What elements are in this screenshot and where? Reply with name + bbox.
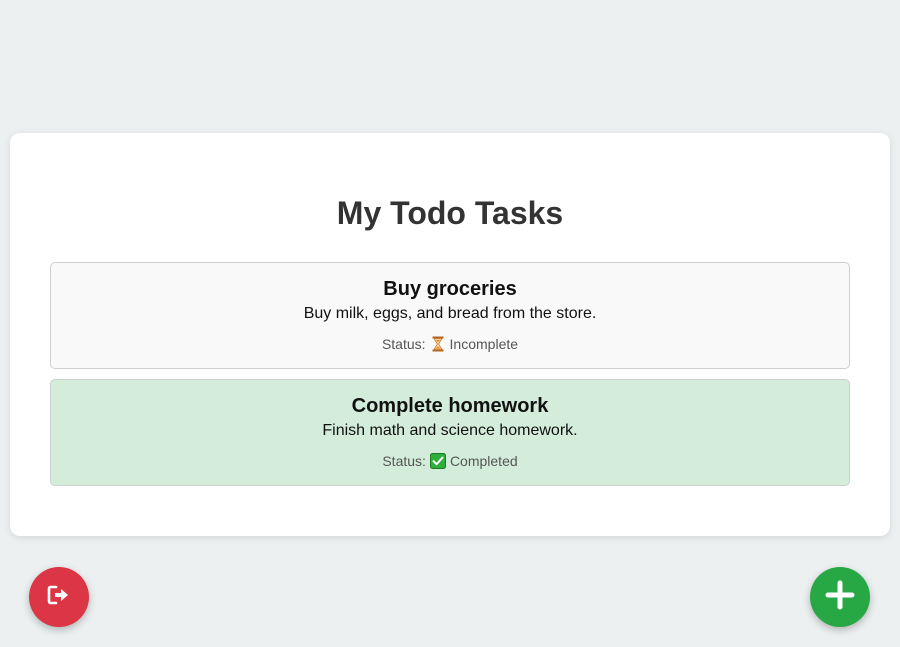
task-description: Finish math and science homework.: [322, 422, 578, 439]
status-label: Status:: [382, 453, 426, 469]
add-task-button[interactable]: [810, 567, 870, 627]
task-status: Status: Completed: [51, 452, 849, 470]
task-list: Buy groceries Buy milk, eggs, and bread …: [50, 262, 850, 496]
status-label: Status:: [381, 336, 426, 352]
task-description: Buy milk, eggs, and bread from the store…: [303, 305, 597, 322]
task-title: Complete homework: [351, 395, 549, 417]
tasks-card: My Todo Tasks Buy groceries Buy milk, eg…: [10, 133, 890, 536]
plus-icon: [825, 580, 855, 615]
sign-out-icon: [47, 585, 71, 610]
task-item[interactable]: Complete homework Finish math and scienc…: [50, 379, 850, 486]
page-title: My Todo Tasks: [336, 195, 564, 231]
check-box-icon: [429, 453, 446, 469]
task-item[interactable]: Buy groceries Buy milk, eggs, and bread …: [50, 262, 850, 369]
task-title: Buy groceries: [383, 278, 517, 300]
task-status: Status: Incomplete: [51, 335, 849, 353]
hourglass-icon: [430, 336, 446, 352]
status-text: Incomplete: [449, 336, 519, 352]
logout-button[interactable]: [29, 567, 89, 627]
status-text: Completed: [449, 453, 518, 469]
